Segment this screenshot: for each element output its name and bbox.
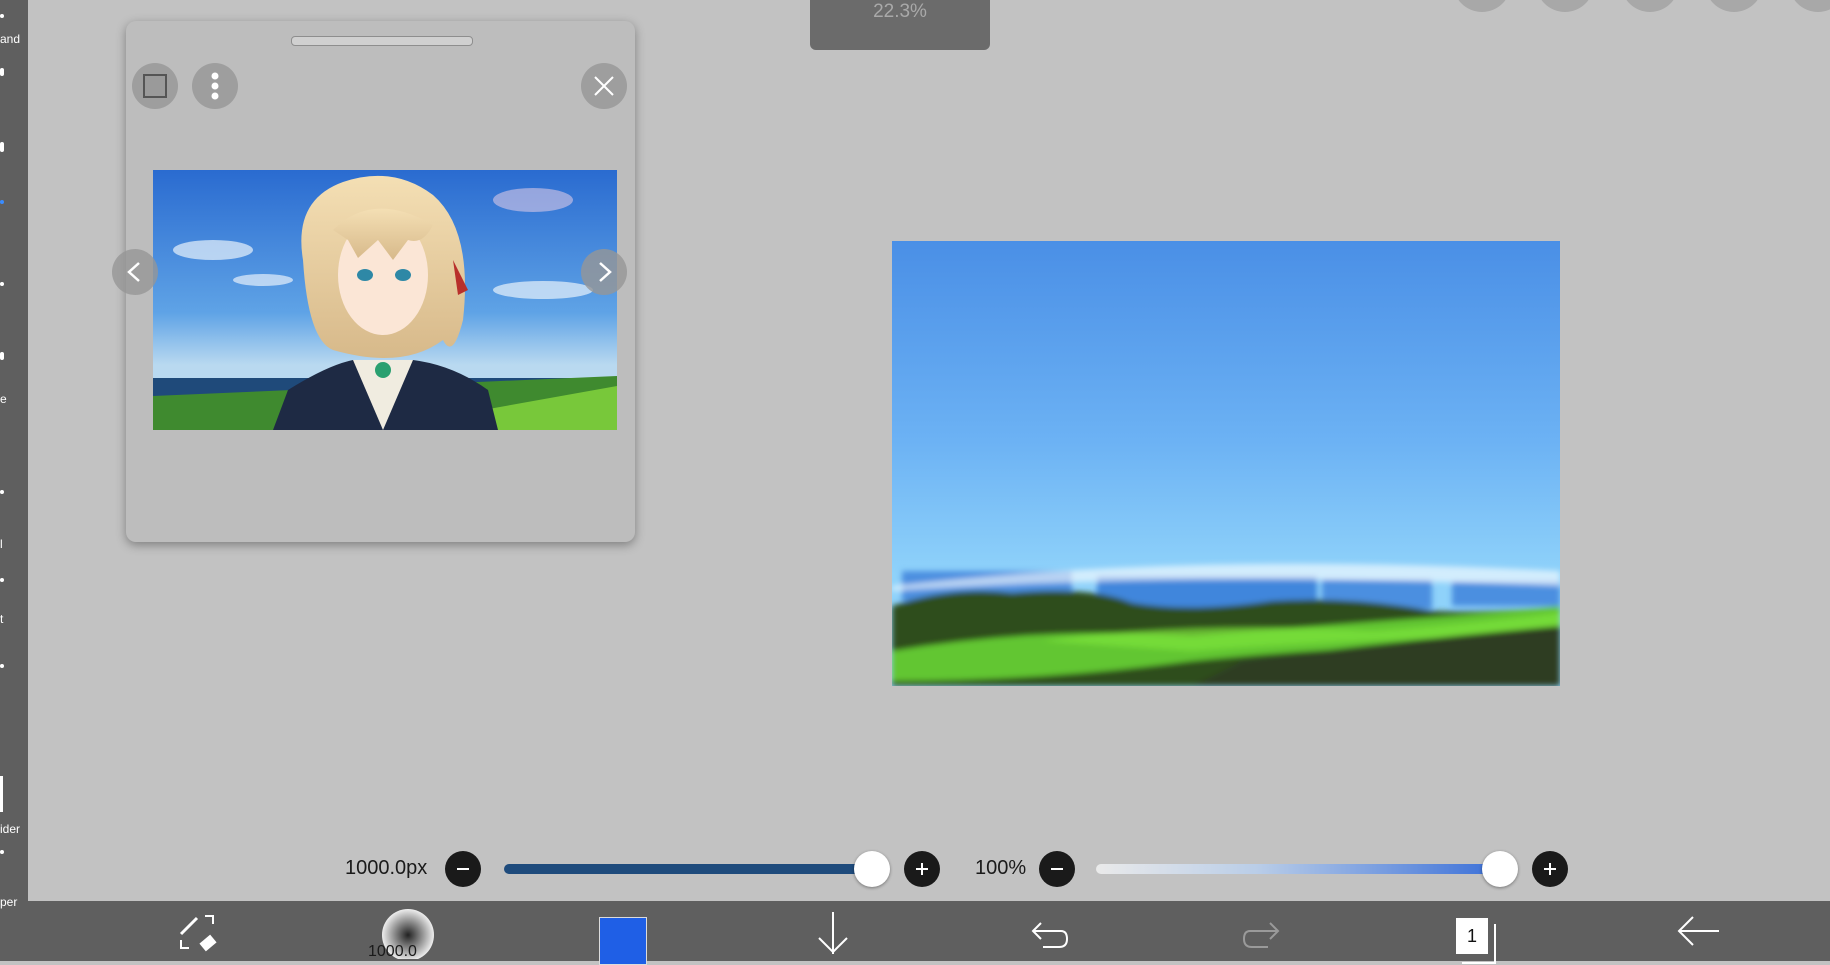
brush-size-toolbar-label: 1000.0 <box>368 943 417 960</box>
sidebar-label-l[interactable]: l <box>0 537 3 551</box>
sidebar-label-per[interactable]: per <box>0 895 17 909</box>
arrow-left-icon <box>1677 916 1719 946</box>
select-frame-button[interactable] <box>132 63 178 109</box>
sidebar-marker <box>0 490 4 494</box>
landscape-painting <box>892 241 1560 686</box>
drawing-canvas[interactable] <box>892 241 1560 686</box>
undo-button[interactable] <box>1018 901 1078 961</box>
minus-icon <box>1051 868 1063 870</box>
top-tool-button[interactable] <box>1789 0 1830 12</box>
sidebar-marker <box>0 850 4 854</box>
brush-size-value: 1000.0px <box>345 857 428 879</box>
sidebar-marker <box>0 664 4 668</box>
reference-image <box>153 170 617 430</box>
bottom-toolbar: 1000.0 1 <box>28 901 1830 965</box>
redo-button[interactable] <box>1233 901 1293 961</box>
left-tool-sidebar: and e l t ider per <box>0 0 28 961</box>
undo-icon <box>1031 922 1069 948</box>
layers-icon: 1 <box>1456 918 1500 964</box>
plus-icon <box>916 863 928 875</box>
color-swatch-button[interactable] <box>598 901 648 965</box>
reference-window <box>112 21 635 542</box>
more-options-button[interactable] <box>192 63 238 109</box>
brush-size-decrease-button[interactable] <box>445 851 481 887</box>
opacity-value: 100% <box>975 857 1027 879</box>
opacity-thumb[interactable] <box>1482 851 1518 887</box>
close-reference-button[interactable] <box>581 63 627 109</box>
brush-size-thumb[interactable] <box>854 851 890 887</box>
opacity-decrease-button[interactable] <box>1039 851 1075 887</box>
sidebar-label-ider[interactable]: ider <box>0 822 20 836</box>
top-tool-button[interactable] <box>1705 0 1763 12</box>
next-image-button[interactable] <box>581 249 627 295</box>
minus-icon <box>457 868 469 870</box>
back-button[interactable] <box>1668 901 1728 961</box>
zoom-label: 22.3% <box>873 1 927 22</box>
sidebar-marker <box>0 578 4 582</box>
layer-count: 1 <box>1456 918 1488 954</box>
plus-icon <box>1544 863 1556 875</box>
chevron-left-icon <box>127 262 140 282</box>
more-vertical-icon <box>211 72 219 100</box>
arrow-down-icon <box>818 912 848 954</box>
download-button[interactable] <box>808 901 858 961</box>
top-tool-button[interactable] <box>1536 0 1594 12</box>
zoom-indicator: 22.3% <box>810 0 990 50</box>
pen-eraser-toggle-button[interactable] <box>168 901 228 961</box>
previous-image-button[interactable] <box>112 249 158 295</box>
pen-eraser-swap-icon <box>179 915 217 952</box>
sidebar-label-e[interactable]: e <box>0 392 7 406</box>
anime-portrait-illustration <box>153 170 617 430</box>
layers-button[interactable]: 1 <box>1453 901 1503 964</box>
top-tool-button[interactable] <box>1453 0 1511 12</box>
sidebar-label-t[interactable]: t <box>0 612 3 626</box>
close-icon <box>594 76 614 96</box>
color-swatch <box>599 917 647 965</box>
opacity-track[interactable] <box>1096 864 1500 874</box>
sidebar-active-marker <box>0 200 4 204</box>
sidebar-marker <box>0 282 4 286</box>
redo-icon <box>1242 922 1280 948</box>
sidebar-marker <box>0 352 4 360</box>
sidebar-marker <box>0 68 4 76</box>
brush-size-track[interactable] <box>504 864 872 874</box>
sidebar-label-hand[interactable]: and <box>0 32 20 46</box>
opacity-increase-button[interactable] <box>1532 851 1568 887</box>
sidebar-marker <box>0 142 4 152</box>
chevron-right-icon <box>599 262 612 282</box>
brush-size-increase-button[interactable] <box>904 851 940 887</box>
sidebar-marker <box>0 14 4 18</box>
window-drag-handle[interactable] <box>291 36 473 46</box>
top-tool-button[interactable] <box>1621 0 1679 12</box>
sidebar-marker <box>0 776 3 812</box>
square-icon <box>143 74 167 98</box>
